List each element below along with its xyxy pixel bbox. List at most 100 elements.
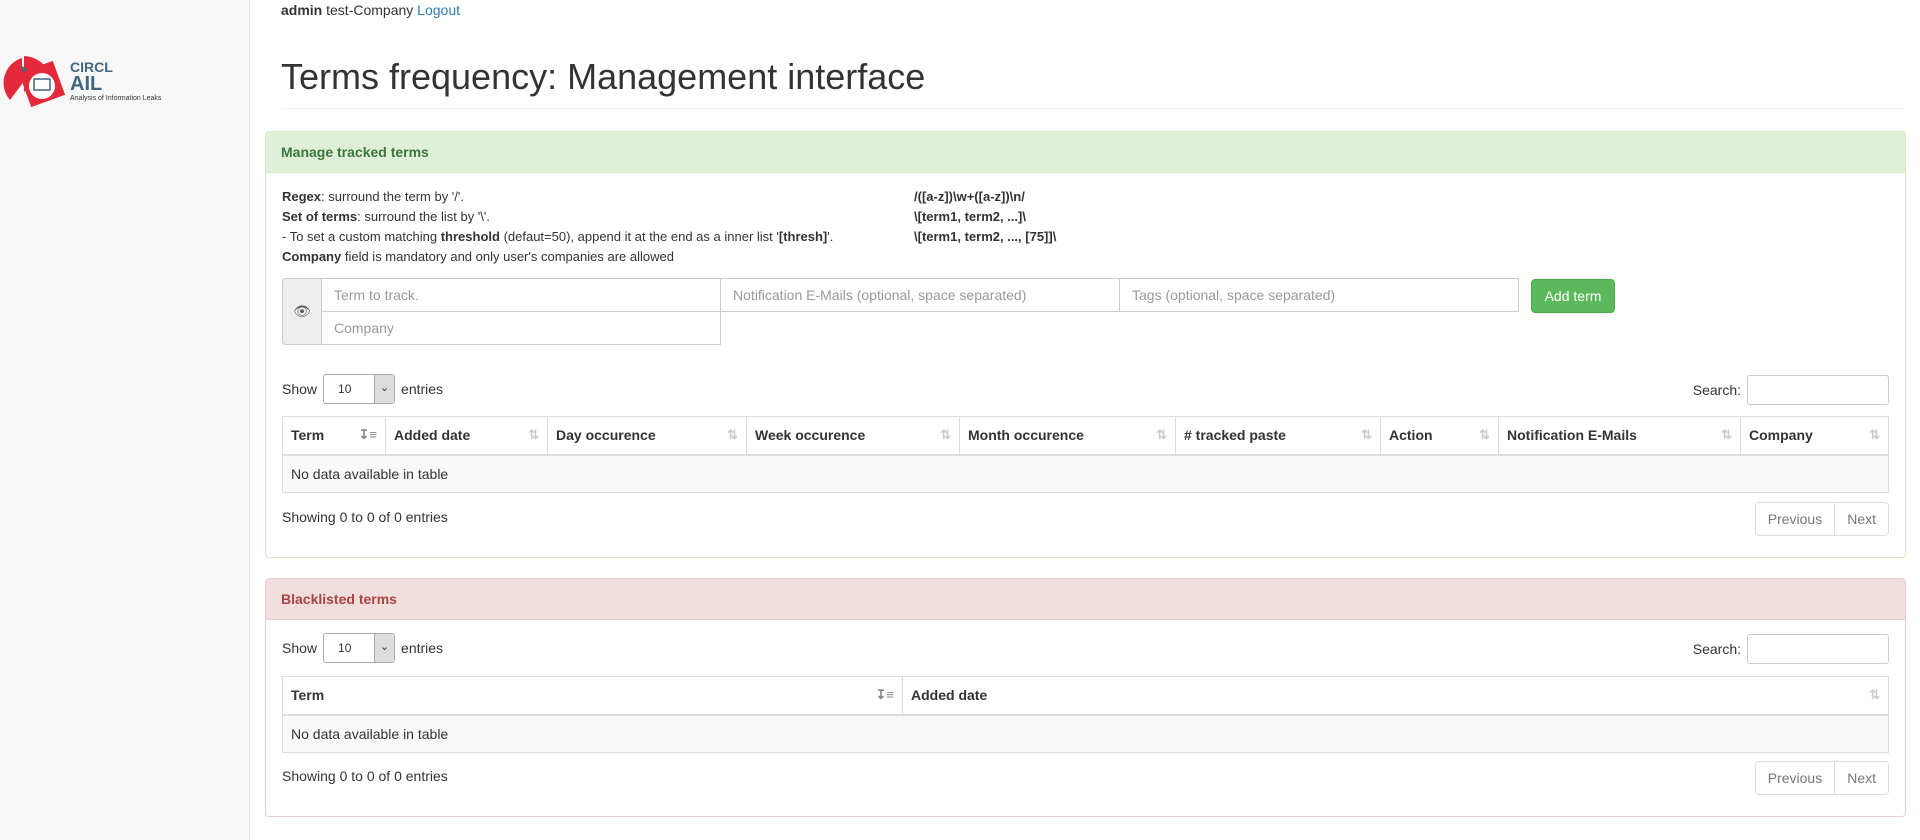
column-header[interactable]: Notification E-Mails ⇅	[1498, 416, 1741, 456]
sort-asc-icon: ↧≡	[358, 427, 377, 442]
search-control: Search:	[1693, 634, 1889, 664]
column-label: Term	[291, 427, 325, 444]
show-label: Show	[282, 381, 318, 397]
sidebar: CIRCL AIL Analysis of Information Leaks	[0, 0, 250, 840]
column-header[interactable]: Added date ⇅	[385, 416, 548, 456]
entries-label: entries	[401, 640, 444, 656]
chevron-down-icon: ⌄	[374, 634, 395, 662]
help-text-line: (defaut=50), append it at the end as a i…	[499, 229, 779, 244]
help-label: Company	[282, 249, 342, 264]
help-label: threshold	[440, 229, 500, 244]
column-label: Action	[1389, 427, 1433, 444]
entries-value: 10	[338, 641, 352, 655]
divider	[281, 108, 1905, 109]
help-text-line: field is mandatory and only user's compa…	[341, 249, 674, 264]
add-term-button[interactable]: Add term	[1531, 279, 1615, 313]
column-header[interactable]: Term ↧≡	[282, 416, 386, 456]
search-control: Search:	[1693, 375, 1889, 405]
set-example: \[term1, term2, ...]\	[914, 209, 1026, 224]
panel-heading: Blacklisted terms	[266, 579, 1905, 620]
column-header[interactable]: # tracked paste ⇅	[1175, 416, 1381, 456]
column-label: Day occurence	[556, 427, 656, 444]
page-title: Terms frequency: Management interface	[281, 56, 926, 97]
pagination: Previous Next	[1754, 502, 1889, 536]
sort-icon: ⇅	[1361, 427, 1372, 442]
help-label: Regex	[282, 189, 322, 204]
column-label: Week occurence	[755, 427, 866, 444]
eye-icon: 👁	[282, 278, 322, 345]
entries-label: entries	[401, 381, 444, 397]
blacklisted-terms-panel: Blacklisted terms Show 10 ⌄ entries Searc…	[265, 578, 1906, 817]
sort-icon: ⇅	[1721, 427, 1732, 442]
table-row: No data available in table	[282, 714, 1889, 753]
sort-icon: ⇅	[528, 427, 539, 442]
column-label: Added date	[394, 427, 471, 444]
previous-button[interactable]: Previous	[1756, 503, 1834, 535]
entries-value: 10	[338, 382, 352, 396]
user-bar: admin test-Company Logout	[281, 2, 460, 18]
search-input[interactable]	[1747, 634, 1889, 664]
search-input[interactable]	[1747, 375, 1889, 405]
column-header[interactable]: Term ↧≡	[282, 676, 903, 716]
help-label: Set of terms	[282, 209, 358, 224]
svg-text:AIL: AIL	[70, 73, 102, 95]
sort-icon: ⇅	[940, 427, 951, 442]
tracked-terms-table: Term ↧≡ Added date ⇅ Day occurence ⇅ Week occu…	[282, 416, 1889, 493]
next-button[interactable]: Next	[1834, 762, 1888, 794]
help-text: Regex: surround the term by '/'. Set of …	[282, 187, 833, 267]
column-header[interactable]: Action ⇅	[1380, 416, 1499, 456]
chevron-down-icon: ⌄	[374, 375, 395, 403]
search-label: Search:	[1692, 641, 1741, 657]
help-text-line: : surround the list by '\'.	[357, 209, 490, 224]
regex-example: /([a-z])\w+([a-z])\n/	[914, 189, 1025, 204]
column-label: Term	[291, 687, 325, 704]
help-label: [thresh]	[778, 229, 828, 244]
column-header[interactable]: Week occurence ⇅	[746, 416, 960, 456]
column-header[interactable]: Company ⇅	[1740, 416, 1889, 456]
column-label: Company	[1749, 427, 1813, 444]
user-company: test-Company	[326, 2, 414, 18]
column-label: Notification E-Mails	[1507, 427, 1637, 444]
sort-icon: ⇅	[1156, 427, 1167, 442]
table-info: Showing 0 to 0 of 0 entries	[282, 509, 448, 525]
table-row: No data available in table	[282, 454, 1889, 493]
empty-message: No data available in table	[282, 454, 1889, 493]
svg-text:Analysis of Information Leaks: Analysis of Information Leaks	[70, 95, 162, 102]
panel-heading: Manage tracked terms	[266, 132, 1905, 173]
show-label: Show	[282, 640, 318, 656]
previous-button[interactable]: Previous	[1756, 762, 1834, 794]
ail-logo[interactable]: CIRCL AIL Analysis of Information Leaks	[2, 52, 212, 114]
emails-input[interactable]: Notification E-Mails (optional, space se…	[720, 278, 1120, 312]
blacklist-table: Term ↧≡ Added date ⇅ No data available in t…	[282, 676, 1889, 753]
empty-message: No data available in table	[282, 714, 1889, 753]
logout-link[interactable]: Logout	[417, 2, 460, 18]
entries-select[interactable]: 10 ⌄	[323, 633, 396, 663]
sort-asc-icon: ↧≡	[875, 687, 894, 702]
column-label: # tracked paste	[1184, 427, 1286, 444]
sort-icon: ⇅	[1479, 427, 1490, 442]
table-info: Showing 0 to 0 of 0 entries	[282, 768, 448, 784]
entries-select[interactable]: 10 ⌄	[323, 374, 396, 404]
sort-icon: ⇅	[727, 427, 738, 442]
next-button[interactable]: Next	[1834, 503, 1888, 535]
column-header[interactable]: Added date ⇅	[902, 676, 1889, 716]
sort-icon: ⇅	[1869, 687, 1880, 702]
help-text-line: - To set a custom matching	[282, 229, 441, 244]
column-header[interactable]: Day occurence ⇅	[547, 416, 747, 456]
company-input[interactable]: Company	[321, 311, 721, 345]
help-text-line: : surround the term by '/'.	[321, 189, 464, 204]
username: admin	[281, 2, 323, 18]
column-label: Added date	[911, 687, 988, 704]
column-label: Month occurence	[968, 427, 1084, 444]
sort-icon: ⇅	[1869, 427, 1880, 442]
term-input[interactable]: Term to track.	[321, 278, 721, 312]
length-control: Show 10 ⌄ entries	[282, 374, 443, 404]
length-control: Show 10 ⌄ entries	[282, 633, 443, 663]
help-text-line: '.	[827, 229, 834, 244]
pagination: Previous Next	[1754, 761, 1889, 795]
search-label: Search:	[1692, 382, 1741, 398]
threshold-example: \[term1, term2, ..., [75]]\	[914, 229, 1057, 244]
column-header[interactable]: Month occurence ⇅	[959, 416, 1176, 456]
tags-input[interactable]: Tags (optional, space separated)	[1119, 278, 1519, 312]
help-examples: /([a-z])\w+([a-z])\n/ \[term1, term2, ..…	[914, 187, 1056, 247]
